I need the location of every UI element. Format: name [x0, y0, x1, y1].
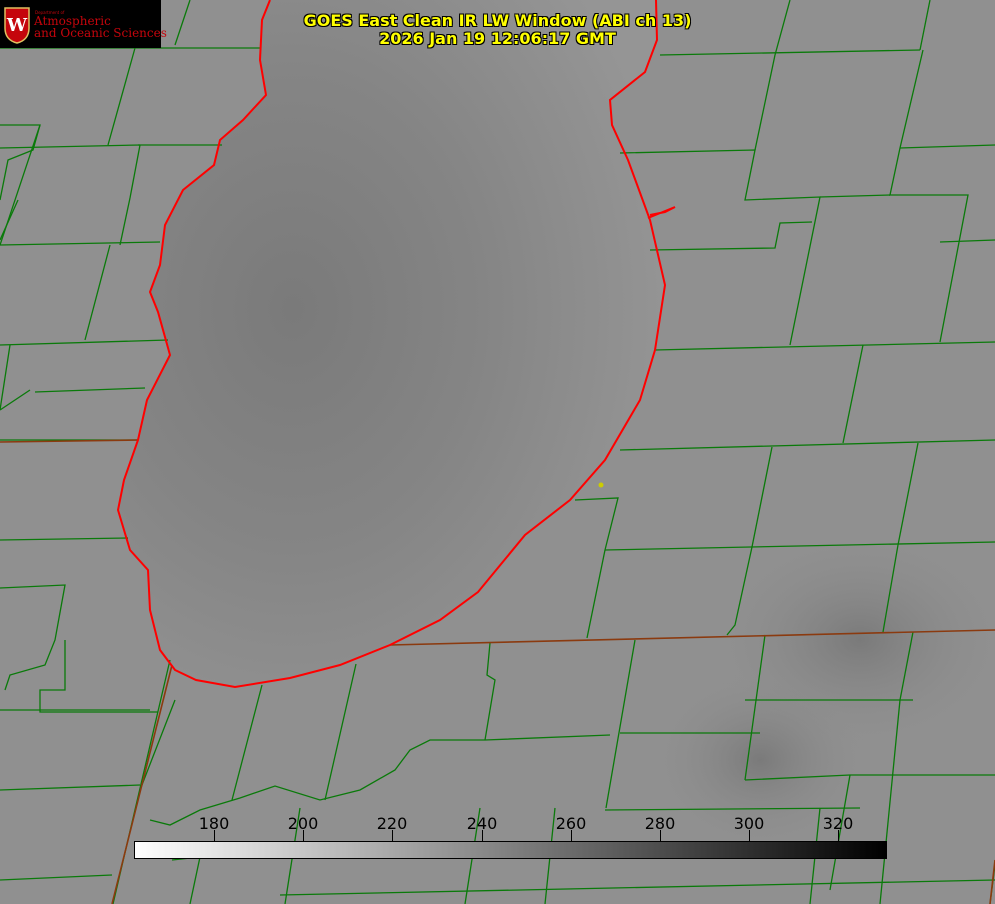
- colorbar-tick-label: 180: [198, 814, 230, 833]
- satellite-map: [0, 0, 995, 904]
- colorbar-tick-label: 260: [555, 814, 587, 833]
- colorbar-tick-label: 280: [644, 814, 676, 833]
- colorbar-tick-label: 200: [287, 814, 319, 833]
- colorbar-tick-label: 220: [376, 814, 408, 833]
- image-title: GOES East Clean IR LW Window (ABI ch 13): [303, 11, 692, 30]
- colorbar-tick-label: 320: [822, 814, 854, 833]
- image-timestamp: 2026 Jan 19 12:06:17 GMT: [379, 29, 616, 48]
- colorbar-tick-label: 240: [466, 814, 498, 833]
- colorbar-tick-label: 300: [733, 814, 765, 833]
- location-marker: [598, 482, 604, 488]
- temperature-colorbar: [134, 841, 887, 859]
